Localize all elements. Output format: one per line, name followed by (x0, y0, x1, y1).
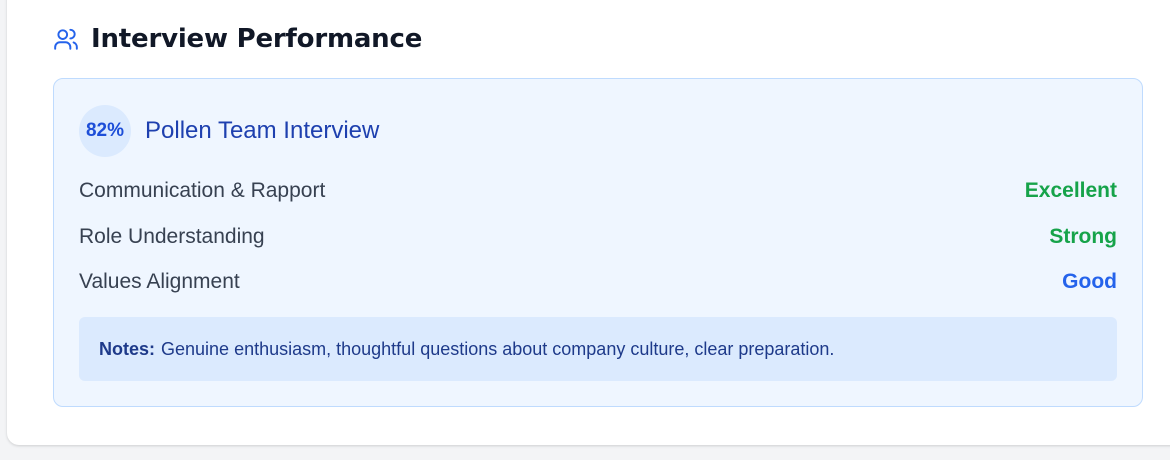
metric-row-values-alignment: Values Alignment Good (79, 270, 1117, 294)
metric-row-communication: Communication & Rapport Excellent (79, 179, 1117, 203)
notes-label: Notes: (99, 338, 156, 359)
interview-panel: 82% Pollen Team Interview Communication … (53, 78, 1143, 407)
interview-performance-card: Interview Performance 82% Pollen Team In… (7, 0, 1170, 445)
section-header: Interview Performance (53, 24, 422, 54)
interview-header: 82% Pollen Team Interview (79, 105, 379, 157)
metric-label: Values Alignment (79, 270, 240, 293)
metric-label: Role Understanding (79, 225, 265, 248)
metric-label: Communication & Rapport (79, 179, 326, 202)
metric-value: Good (1062, 270, 1117, 293)
metric-value: Excellent (1024, 179, 1117, 202)
notes-text: Genuine enthusiasm, thoughtful questions… (161, 338, 835, 359)
users-icon (53, 26, 79, 52)
metric-value: Strong (1049, 225, 1117, 248)
metric-row-role-understanding: Role Understanding Strong (79, 225, 1117, 249)
interview-title: Pollen Team Interview (145, 117, 380, 144)
notes-box: Notes: Genuine enthusiasm, thoughtful qu… (79, 317, 1117, 381)
section-title: Interview Performance (91, 24, 423, 54)
score-badge: 82% (79, 105, 131, 157)
